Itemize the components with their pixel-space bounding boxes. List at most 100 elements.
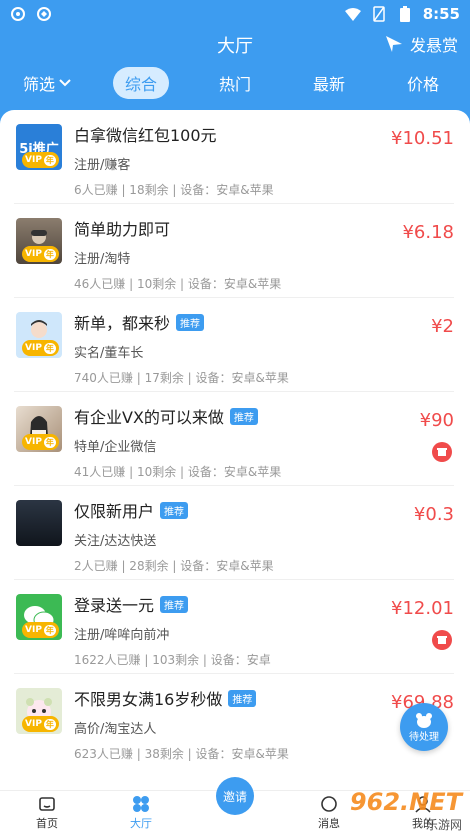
list-item[interactable]: VIP 年 登录送一元 推荐 注册/哞哞向前冲 1622人已赚 | 103剩余 | … — [14, 580, 454, 674]
page-title: 大厅 — [217, 36, 253, 57]
task-title: 新单，都来秒 推荐 — [74, 310, 374, 334]
nav-home[interactable]: 首页 — [0, 791, 94, 835]
tab-comprehensive-label: 综合 — [112, 67, 169, 99]
status-time: 8:55 — [422, 5, 460, 23]
task-meta: 2人已赚 | 28剩余 | 设备：安卓&苹果 — [74, 559, 274, 573]
sim-icon — [371, 6, 387, 22]
list-item[interactable]: 仅限新用户 推荐 关注/达达快送 2人已赚 | 28剩余 | 设备：安卓&苹果 ¥… — [14, 486, 454, 580]
task-price: ¥2 — [431, 316, 454, 337]
task-price: ¥12.01 — [391, 598, 454, 619]
avatar-photo — [16, 500, 62, 546]
avatar — [16, 500, 62, 546]
watermark-sub: 乐游网 — [425, 818, 462, 832]
nav-hall-label: 大厅 — [130, 817, 152, 830]
invite-icon: 邀请 — [216, 777, 254, 815]
task-title-text: 有企业VX的可以来做 — [74, 408, 224, 427]
year-label: 年 — [43, 436, 56, 448]
watermark-main: 962.NET — [349, 788, 462, 816]
battery-icon — [397, 6, 413, 22]
task-title-text: 白拿微信红包100元 — [74, 126, 217, 145]
vip-label: VIP — [25, 155, 42, 165]
task-category: 高价/淘宝达人 — [74, 722, 157, 737]
task-category: 注册/赚客 — [74, 158, 131, 173]
vip-badge: VIP 年 — [22, 246, 59, 262]
tab-price[interactable]: 价格 — [376, 71, 470, 95]
nav-home-label: 首页 — [36, 817, 58, 830]
list-item[interactable]: VIP 年 不限男女满16岁秒做 推荐 高价/淘宝达人 623人已赚 | 38剩余 … — [14, 674, 454, 768]
task-meta: 41人已赚 | 10剩余 | 设备：安卓&苹果 — [74, 465, 282, 479]
list-item[interactable]: VIP 年 有企业VX的可以来做 推荐 特单/企业微信 41人已赚 | 10剩余 |… — [14, 392, 454, 486]
post-reward-label: 发悬赏 — [409, 36, 458, 55]
wifi-icon — [344, 6, 361, 22]
recommend-tag: 推荐 — [228, 689, 257, 707]
vip-badge: VIP 年 — [22, 716, 59, 732]
tab-hot[interactable]: 热门 — [188, 71, 282, 95]
site-watermark: 962.NET 乐游网 — [342, 788, 462, 832]
nav-invite[interactable]: 邀请 — [188, 777, 282, 835]
tab-filter[interactable]: 筛选 — [0, 71, 94, 95]
year-label: 年 — [43, 248, 56, 260]
task-category: 关注/达达快送 — [74, 534, 157, 549]
recommend-tag: 推荐 — [229, 407, 258, 425]
task-category: 实名/董车长 — [74, 346, 144, 361]
task-title-text: 登录送一元 — [74, 596, 155, 615]
deposit-icon — [432, 630, 452, 650]
chevron-down-icon — [59, 79, 71, 87]
post-reward-button[interactable]: 发悬赏 — [384, 32, 458, 56]
task-meta: 623人已赚 | 38剩余 | 设备：安卓&苹果 — [74, 747, 289, 761]
deposit-icon — [432, 442, 452, 462]
year-label: 年 — [43, 154, 56, 166]
list-item[interactable]: 5i推广 VIP 年 白拿微信红包100元 注册/赚客 6人已赚 | 18剩余 |… — [14, 110, 454, 204]
bear-icon — [416, 712, 432, 728]
vip-label: VIP — [25, 437, 42, 447]
vip-label: VIP — [25, 343, 42, 353]
app-root: 8:55 大厅 发悬赏 筛选 综合 热门 最新 价格 5i推广 VIP 年 白拿… — [0, 0, 470, 835]
task-price: ¥0.3 — [413, 504, 454, 525]
task-body: 白拿微信红包100元 注册/赚客 6人已赚 | 18剩余 | 设备：安卓&苹果 — [74, 122, 374, 198]
year-label: 年 — [43, 718, 56, 730]
vip-badge: VIP 年 — [22, 340, 59, 356]
vip-badge: VIP 年 — [22, 434, 59, 450]
task-meta: 46人已赚 | 10剩余 | 设备：安卓&苹果 — [74, 277, 282, 291]
status-right: 8:55 — [344, 5, 460, 23]
task-title: 登录送一元 推荐 — [74, 592, 374, 616]
task-meta: 740人已赚 | 17剩余 | 设备：安卓&苹果 — [74, 371, 289, 385]
recommend-tag: 推荐 — [160, 595, 189, 613]
pending-button[interactable]: 待处理 — [400, 703, 448, 751]
hall-icon — [133, 796, 149, 812]
task-price: ¥6.18 — [402, 222, 454, 243]
task-title-text: 新单，都来秒 — [74, 314, 171, 333]
home-icon — [39, 797, 55, 811]
tab-latest[interactable]: 最新 — [282, 71, 376, 95]
task-body: 新单，都来秒 推荐 实名/董车长 740人已赚 | 17剩余 | 设备：安卓&苹果 — [74, 310, 374, 386]
tab-filter-label: 筛选 — [22, 75, 55, 94]
list-item[interactable]: VIP 年 新单，都来秒 推荐 实名/董车长 740人已赚 | 17剩余 | 设备：… — [14, 298, 454, 392]
task-title: 简单助力即可 — [74, 216, 374, 240]
task-title: 不限男女满16岁秒做 推荐 — [74, 686, 374, 710]
message-icon — [321, 796, 337, 812]
pending-label: 待处理 — [409, 731, 439, 743]
task-price: ¥10.51 — [391, 128, 454, 149]
task-body: 不限男女满16岁秒做 推荐 高价/淘宝达人 623人已赚 | 38剩余 | 设备：… — [74, 686, 374, 762]
task-meta: 1622人已赚 | 103剩余 | 设备：安卓 — [74, 653, 271, 667]
nav-hall[interactable]: 大厅 — [94, 791, 188, 835]
send-icon — [385, 36, 402, 52]
title-bar: 大厅 发悬赏 — [0, 28, 470, 62]
task-category: 注册/哞哞向前冲 — [74, 628, 170, 643]
task-category: 特单/企业微信 — [74, 440, 157, 455]
filter-tabs: 筛选 综合 热门 最新 价格 — [0, 64, 470, 102]
task-body: 有企业VX的可以来做 推荐 特单/企业微信 41人已赚 | 10剩余 | 设备：安… — [74, 404, 374, 480]
task-title: 有企业VX的可以来做 推荐 — [74, 404, 374, 428]
task-category: 注册/淘特 — [74, 252, 131, 267]
nav-invite-label: 邀请 — [222, 789, 247, 804]
vip-label: VIP — [25, 249, 42, 259]
year-label: 年 — [43, 342, 56, 354]
status-bar: 8:55 — [0, 0, 470, 28]
task-title-text: 仅限新用户 — [74, 502, 155, 521]
tab-comprehensive[interactable]: 综合 — [94, 67, 188, 99]
task-price: ¥90 — [419, 410, 454, 431]
task-title-text: 简单助力即可 — [74, 220, 171, 239]
task-list: 5i推广 VIP 年 白拿微信红包100元 注册/赚客 6人已赚 | 18剩余 |… — [0, 110, 470, 790]
vip-label: VIP — [25, 719, 42, 729]
list-item[interactable]: VIP 年 简单助力即可 注册/淘特 46人已赚 | 10剩余 | 设备：安卓&苹… — [14, 204, 454, 298]
